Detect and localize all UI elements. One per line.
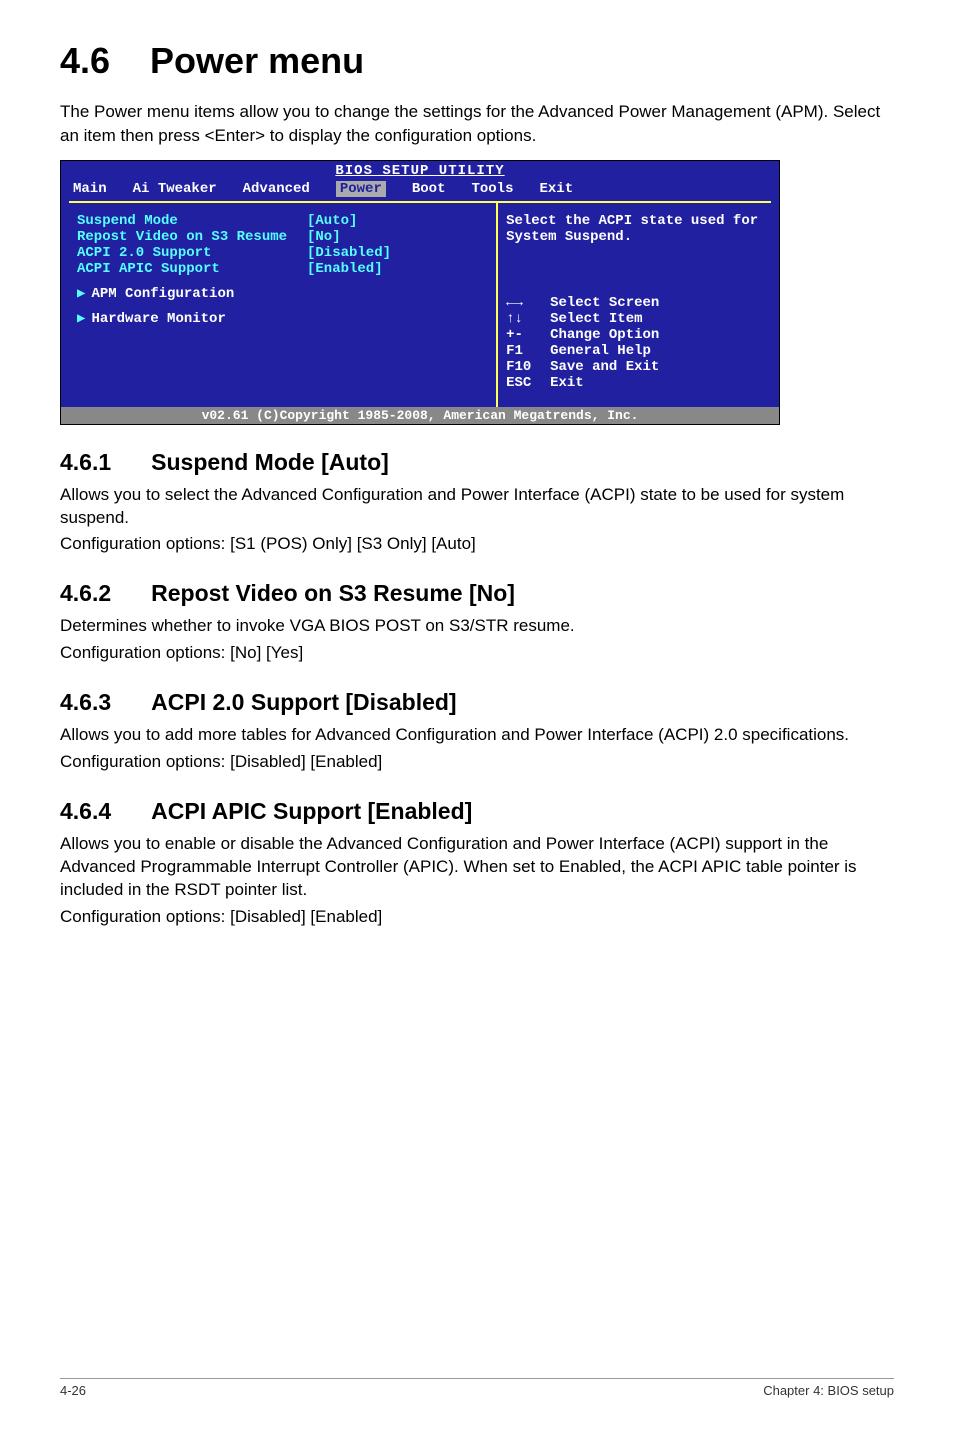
triangle-icon: ▶ [77, 286, 85, 302]
paragraph: Configuration options: [Disabled] [Enabl… [60, 906, 894, 929]
chapter-label: Chapter 4: BIOS setup [763, 1383, 894, 1398]
bios-row: ACPI APIC Support[Enabled] [77, 261, 488, 277]
bios-key: ↑↓ [506, 311, 550, 327]
bios-key-row: +-Change Option [506, 327, 763, 343]
bios-submenu-label: Hardware Monitor [91, 311, 225, 327]
bios-key-legend: ←→Select Screen ↑↓Select Item +-Change O… [506, 295, 763, 391]
bios-key-row: ↑↓Select Item [506, 311, 763, 327]
bios-row: Suspend Mode[Auto] [77, 213, 488, 229]
bios-tab-tools: Tools [471, 181, 513, 197]
bios-row-value: [Enabled] [307, 261, 488, 277]
bios-tab-power: Power [336, 181, 386, 197]
section-heading: 4.6.3 ACPI 2.0 Support [Disabled] [60, 689, 894, 716]
bios-key-desc: Select Item [550, 311, 642, 327]
bios-tab-boot: Boot [412, 181, 446, 197]
bios-submenu: ▶ Hardware Monitor [77, 310, 488, 327]
paragraph: Allows you to select the Advanced Config… [60, 484, 894, 530]
section-title-text: Repost Video on S3 Resume [No] [151, 580, 515, 606]
paragraph: Configuration options: [Disabled] [Enabl… [60, 751, 894, 774]
bios-tab-ai: Ai Tweaker [133, 181, 217, 197]
bios-key-desc: Change Option [550, 327, 659, 343]
bios-key-row: ←→Select Screen [506, 295, 763, 311]
intro-paragraph: The Power menu items allow you to change… [60, 100, 894, 148]
bios-row: Repost Video on S3 Resume[No] [77, 229, 488, 245]
bios-row-label: Suspend Mode [77, 213, 307, 229]
page-footer: 4-26 Chapter 4: BIOS setup [60, 1378, 894, 1398]
section-number: 4.6.3 [60, 689, 111, 716]
section-heading: 4.6.4 ACPI APIC Support [Enabled] [60, 798, 894, 825]
bios-key-row: ESCExit [506, 375, 763, 391]
triangle-icon: ▶ [77, 311, 85, 327]
bios-row-value: [Auto] [307, 213, 488, 229]
bios-key-desc: Select Screen [550, 295, 659, 311]
heading-number: 4.6 [60, 40, 110, 82]
paragraph: Allows you to add more tables for Advanc… [60, 724, 894, 747]
section-heading: 4.6.1 Suspend Mode [Auto] [60, 449, 894, 476]
bios-row: ACPI 2.0 Support[Disabled] [77, 245, 488, 261]
bios-footer: v02.61 (C)Copyright 1985-2008, American … [61, 407, 779, 424]
page-number: 4-26 [60, 1383, 86, 1398]
heading-text: Power menu [150, 40, 364, 81]
paragraph: Determines whether to invoke VGA BIOS PO… [60, 615, 894, 638]
bios-tab-main: Main [73, 181, 107, 197]
bios-screenshot: BIOS SETUP UTILITY Main Ai Tweaker Advan… [60, 160, 780, 425]
bios-key-desc: Exit [550, 375, 584, 391]
bios-row-value: [Disabled] [307, 245, 488, 261]
paragraph: Configuration options: [S1 (POS) Only] [… [60, 533, 894, 556]
bios-body: Suspend Mode[Auto] Repost Video on S3 Re… [69, 201, 771, 407]
bios-key: +- [506, 327, 550, 343]
section-number: 4.6.2 [60, 580, 111, 607]
section-title-text: ACPI 2.0 Support [Disabled] [151, 689, 456, 715]
bios-key: ESC [506, 375, 550, 391]
bios-key-row: F1General Help [506, 343, 763, 359]
bios-tab-exit: Exit [539, 181, 573, 197]
bios-submenu: ▶ APM Configuration [77, 285, 488, 302]
bios-key: ←→ [506, 295, 550, 311]
bios-row-label: Repost Video on S3 Resume [77, 229, 307, 245]
section-number: 4.6.4 [60, 798, 111, 825]
section-title-text: Suspend Mode [Auto] [151, 449, 389, 475]
bios-row-value: [No] [307, 229, 488, 245]
bios-title: BIOS SETUP UTILITY [61, 161, 779, 181]
bios-key: F10 [506, 359, 550, 375]
bios-left-pane: Suspend Mode[Auto] Repost Video on S3 Re… [69, 203, 498, 407]
bios-submenu-label: APM Configuration [91, 286, 234, 302]
paragraph: Allows you to enable or disable the Adva… [60, 833, 894, 902]
bios-tabs: Main Ai Tweaker Advanced Power Boot Tool… [61, 181, 779, 201]
bios-help-text: Select the ACPI state used for System Su… [506, 213, 763, 245]
bios-row-label: ACPI 2.0 Support [77, 245, 307, 261]
bios-row-label: ACPI APIC Support [77, 261, 307, 277]
bios-key-desc: General Help [550, 343, 651, 359]
paragraph: Configuration options: [No] [Yes] [60, 642, 894, 665]
bios-right-pane: Select the ACPI state used for System Su… [498, 203, 771, 407]
section-title-text: ACPI APIC Support [Enabled] [151, 798, 472, 824]
bios-key-row: F10Save and Exit [506, 359, 763, 375]
bios-tab-advanced: Advanced [243, 181, 310, 197]
section-number: 4.6.1 [60, 449, 111, 476]
bios-key-desc: Save and Exit [550, 359, 659, 375]
page-heading: 4.6 Power menu [60, 40, 894, 82]
section-heading: 4.6.2 Repost Video on S3 Resume [No] [60, 580, 894, 607]
bios-key: F1 [506, 343, 550, 359]
